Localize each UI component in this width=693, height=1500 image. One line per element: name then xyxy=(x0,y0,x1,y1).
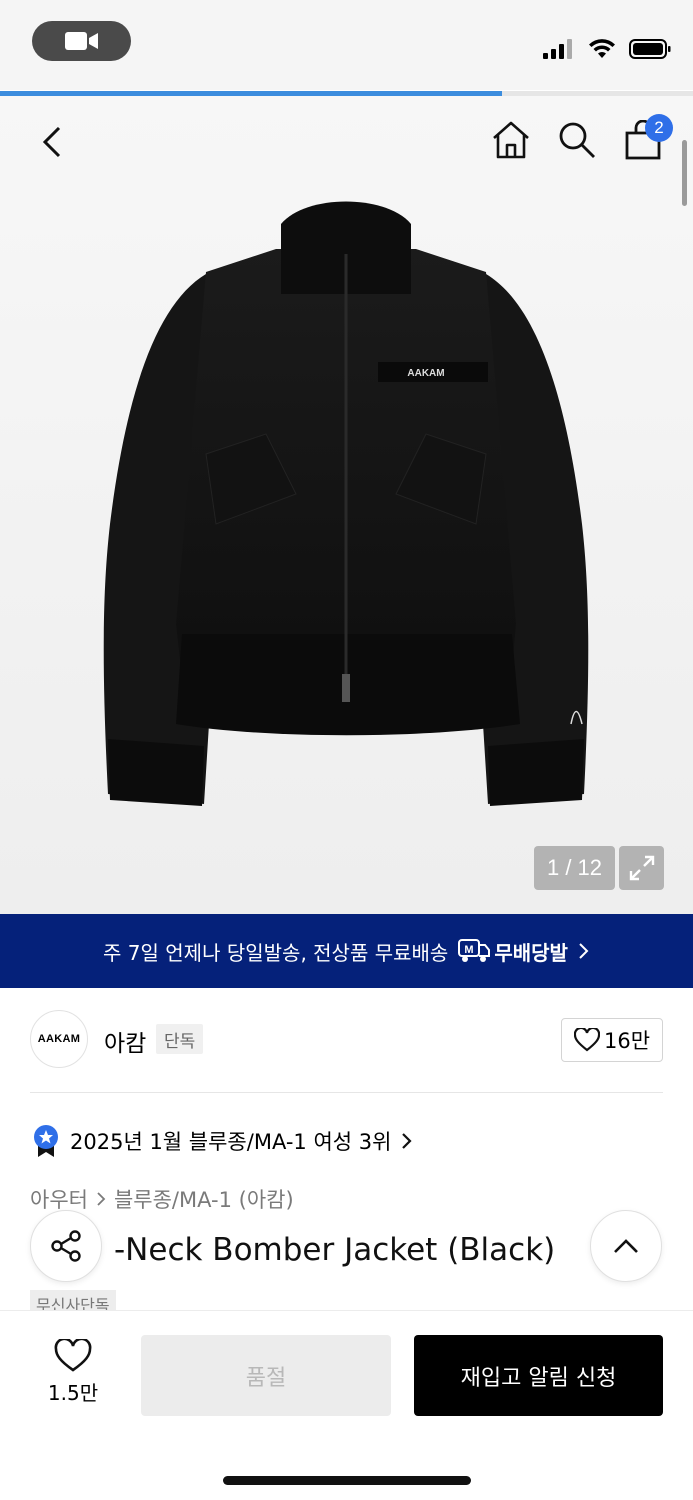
brand-like-count: 16만 xyxy=(603,1029,651,1053)
ranking-medal-icon xyxy=(34,1125,58,1157)
top-nav-actions: 2 xyxy=(489,114,673,162)
product-title: -Neck Bomber Jacket (Black) xyxy=(30,1232,555,1268)
page-scrollbar[interactable] xyxy=(682,140,687,206)
jacket-logo-patch: AAKAM xyxy=(407,368,444,379)
share-button[interactable] xyxy=(30,1210,102,1282)
brand-name[interactable]: 아캄 xyxy=(104,1024,146,1058)
cart-button[interactable]: 2 xyxy=(621,114,673,162)
expand-image-button[interactable] xyxy=(619,846,664,890)
share-icon xyxy=(51,1230,81,1262)
chevron-right-icon xyxy=(402,1133,413,1149)
image-counter: 1 / 12 xyxy=(534,846,615,890)
brand-logo[interactable]: AAKAM xyxy=(30,1010,88,1068)
brand-row: AAKAM 아캄 단독 16만 xyxy=(30,1010,663,1070)
sold-out-button[interactable]: 품절 xyxy=(141,1335,391,1416)
chevron-right-icon xyxy=(97,1192,106,1206)
ranking-text: 2025년 1월 블루종/MA-1 여성 3위 xyxy=(70,1130,392,1154)
search-button[interactable] xyxy=(555,118,599,162)
wishlist-count: 1.5만 xyxy=(47,1381,99,1405)
home-indicator[interactable] xyxy=(223,1476,471,1485)
promo-badge-label: 무배당발 xyxy=(494,940,568,965)
bottom-action-bar: 1.5만 품절 재입고 알림 신청 xyxy=(0,1310,693,1500)
wifi-icon xyxy=(589,39,615,58)
status-bar xyxy=(0,0,693,90)
delivery-truck-icon: M xyxy=(458,939,491,962)
svg-text:M: M xyxy=(465,944,474,956)
battery-icon xyxy=(629,39,671,59)
wishlist-button[interactable]: 1.5만 xyxy=(30,1339,116,1406)
product-image-carousel[interactable]: 2 AAKAM 1 / 12 xyxy=(0,96,693,914)
heart-icon xyxy=(54,1339,92,1372)
section-divider xyxy=(30,1092,663,1093)
cellular-signal-icon xyxy=(543,39,572,59)
restock-alert-button[interactable]: 재입고 알림 신청 xyxy=(414,1335,663,1416)
ranking-link[interactable]: 2025년 1월 블루종/MA-1 여성 3위 xyxy=(32,1124,413,1158)
breadcrumb-subcategory[interactable]: 블루종/MA-1 (아캄) xyxy=(114,1184,294,1214)
cart-count-badge: 2 xyxy=(645,114,673,142)
chevron-up-icon xyxy=(614,1239,638,1253)
expand-icon xyxy=(629,855,654,881)
breadcrumb-category[interactable]: 아우터 xyxy=(30,1184,88,1214)
screen-recording-indicator[interactable] xyxy=(32,21,131,61)
home-button[interactable] xyxy=(489,118,533,162)
product-photo-jacket: AAKAM xyxy=(103,201,589,806)
back-button[interactable] xyxy=(30,120,74,164)
product-title-visible: -Neck Bomber Jacket (Black) xyxy=(114,1232,556,1268)
scroll-to-top-button[interactable] xyxy=(590,1210,662,1282)
video-camera-icon xyxy=(64,32,98,50)
home-icon xyxy=(493,121,529,159)
promo-badge: M 무배당발 xyxy=(458,937,568,966)
chevron-right-icon xyxy=(579,943,589,959)
search-icon xyxy=(559,122,595,158)
status-icons xyxy=(543,38,671,60)
heart-icon xyxy=(573,1028,600,1052)
free-shipping-banner[interactable]: 주 7일 언제나 당일발송, 전상품 무료배송 M 무배당발 xyxy=(0,914,693,988)
back-chevron-icon xyxy=(42,126,61,158)
brand-like-button[interactable]: 16만 xyxy=(561,1018,663,1062)
promo-text: 주 7일 언제나 당일발송, 전상품 무료배송 xyxy=(103,940,449,965)
brand-exclusive-tag: 단독 xyxy=(156,1024,204,1054)
